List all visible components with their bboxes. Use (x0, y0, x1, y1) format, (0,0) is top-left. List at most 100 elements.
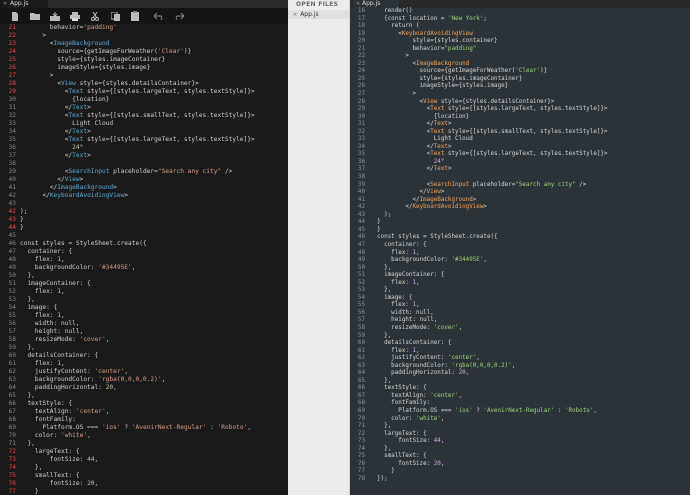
line-text: return ( (377, 23, 420, 30)
line-number: 39 (8, 168, 16, 175)
line-number: 36 (8, 144, 16, 151)
code-line: 72 largeText: { (0, 448, 288, 456)
line-text: flex: 1, (377, 249, 420, 256)
sidebar-item-app-js[interactable]: ✕ App.js (288, 10, 349, 19)
line-number: 50 (8, 272, 16, 279)
code-line: 40 </View> (351, 189, 690, 197)
line-text: style={styles.imageContainer} (377, 75, 523, 82)
line-number: 73 (8, 456, 16, 463)
code-line: 32 <Text style={[styles.smallText, style… (351, 129, 690, 137)
line-text: Light Cloud (377, 136, 473, 143)
print-icon[interactable] (68, 11, 82, 21)
code-line: 53 }, (351, 287, 690, 295)
code-line: 41 </ImageBackground> (351, 197, 690, 205)
line-text: fontSize: 20, (377, 460, 445, 467)
line-text: backgroundColor: '#34495E', (20, 264, 136, 271)
line-text: }, (377, 332, 392, 339)
left-code-area[interactable]: 21 behavior='padding' 22 >23 <ImageBackgr… (0, 24, 288, 495)
line-number: 58 (8, 336, 16, 343)
code-line: 67 textAlign: 'center', (0, 408, 288, 416)
code-line: 61 flex: 1, (351, 348, 690, 356)
line-text: textAlign: 'center', (377, 392, 463, 399)
redo-icon[interactable] (172, 11, 186, 21)
code-line: 31 </Text> (351, 121, 690, 129)
code-line: 59 }, (0, 344, 288, 352)
code-line: 60 detailsContainer: { (0, 352, 288, 360)
line-number: 44 (357, 219, 365, 226)
line-text: color: 'white', (377, 415, 445, 422)
code-line: 25 style={styles.imageContainer} (351, 76, 690, 84)
line-text: container: { (20, 248, 73, 255)
line-number: 77 (357, 468, 365, 475)
line-text: backgroundColor: '#34495E', (377, 257, 487, 264)
line-text: resizeMode: 'cover', (20, 336, 110, 343)
right-editor-pane: ✕ App.js 16 render() 17 {const location =… (351, 0, 690, 495)
code-line: 41 </ImageBackground> (0, 184, 288, 192)
line-text: ); (377, 211, 392, 218)
sidebar-item-label: App.js (300, 11, 319, 18)
code-line: 47 container: { (351, 242, 690, 250)
code-line: 48 flex: 1, (351, 250, 690, 258)
line-number: 62 (357, 355, 365, 362)
save-icon[interactable] (48, 11, 62, 21)
line-text: Platform.OS === 'ios' ? 'AvenirNext-Regu… (377, 407, 597, 414)
paste-icon[interactable] (128, 11, 142, 21)
line-number: 57 (357, 317, 365, 324)
close-icon[interactable]: ✕ (356, 0, 360, 8)
copy-icon[interactable] (108, 11, 122, 21)
line-text: flex: 1, (377, 302, 420, 309)
line-text: imageContainer: { (20, 280, 91, 287)
line-text: } (20, 216, 24, 223)
line-number: 73 (357, 438, 365, 445)
code-line: 26 imageStyle={styles.image} (351, 83, 690, 91)
code-line: 43 ); (351, 212, 690, 220)
line-text: <ImageBackground (377, 60, 470, 67)
line-text: flex: 1, (20, 360, 65, 367)
code-line: 63 backgroundColor: 'rgba(0,0,0,0.2)', (351, 363, 690, 371)
open-folder-icon[interactable] (28, 11, 42, 21)
code-line: 49 backgroundColor: '#34495E', (0, 264, 288, 272)
line-number: 17 (357, 15, 365, 22)
line-number: 25 (357, 75, 365, 82)
line-text: style={styles.container} (377, 38, 498, 45)
line-text: imageStyle={styles.image} (377, 83, 509, 90)
code-line: 38 (0, 160, 288, 168)
right-tab-app-js[interactable]: ✕ App.js (353, 0, 399, 8)
code-line: 34 </Text> (0, 128, 288, 136)
code-line: 21 behavior="padding" (351, 46, 690, 54)
line-number: 43 (8, 216, 16, 223)
code-line: 46 const styles = StyleSheet.create({ (0, 240, 288, 248)
line-number: 54 (357, 294, 365, 301)
line-text: width: null, (377, 309, 434, 316)
code-line: 53 }, (0, 296, 288, 304)
code-line: 22 > (351, 53, 690, 61)
code-line: 22 > (0, 32, 288, 40)
line-number: 63 (8, 376, 16, 383)
code-line: 62 justifyContent: 'center', (0, 368, 288, 376)
line-text: justifyContent: 'center', (20, 368, 129, 375)
right-tab-bar: ✕ App.js (351, 0, 690, 8)
line-text: render() (377, 8, 413, 14)
line-number: 47 (8, 248, 16, 255)
left-tab-app-js[interactable]: ✕ App.js (0, 0, 48, 8)
code-line: 42 </KeyboardAvoidingView> (351, 204, 690, 212)
code-line: 18 return ( (351, 23, 690, 31)
line-number: 38 (8, 160, 16, 167)
line-text: </KeyboardAvoidingView> (377, 204, 487, 211)
code-line: 40 </View> (0, 176, 288, 184)
close-icon[interactable]: ✕ (293, 12, 297, 18)
right-code-area[interactable]: 16 render() 17 {const location = 'New Yor… (351, 8, 690, 483)
undo-icon[interactable] (152, 11, 166, 21)
line-text: }, (377, 423, 392, 430)
cut-icon[interactable] (88, 11, 102, 21)
line-text: flex: 1, (377, 279, 420, 286)
new-file-icon[interactable] (8, 11, 22, 21)
close-icon[interactable]: ✕ (3, 0, 7, 8)
line-number: 38 (357, 174, 365, 181)
line-text: } (377, 226, 381, 233)
left-tab-label: App.js (10, 0, 29, 7)
line-text: }, (377, 287, 392, 294)
line-number: 48 (357, 249, 365, 256)
line-text: <Text style={[styles.smallText, styles.t… (20, 112, 255, 119)
line-text: fontSize: 44, (377, 438, 445, 445)
